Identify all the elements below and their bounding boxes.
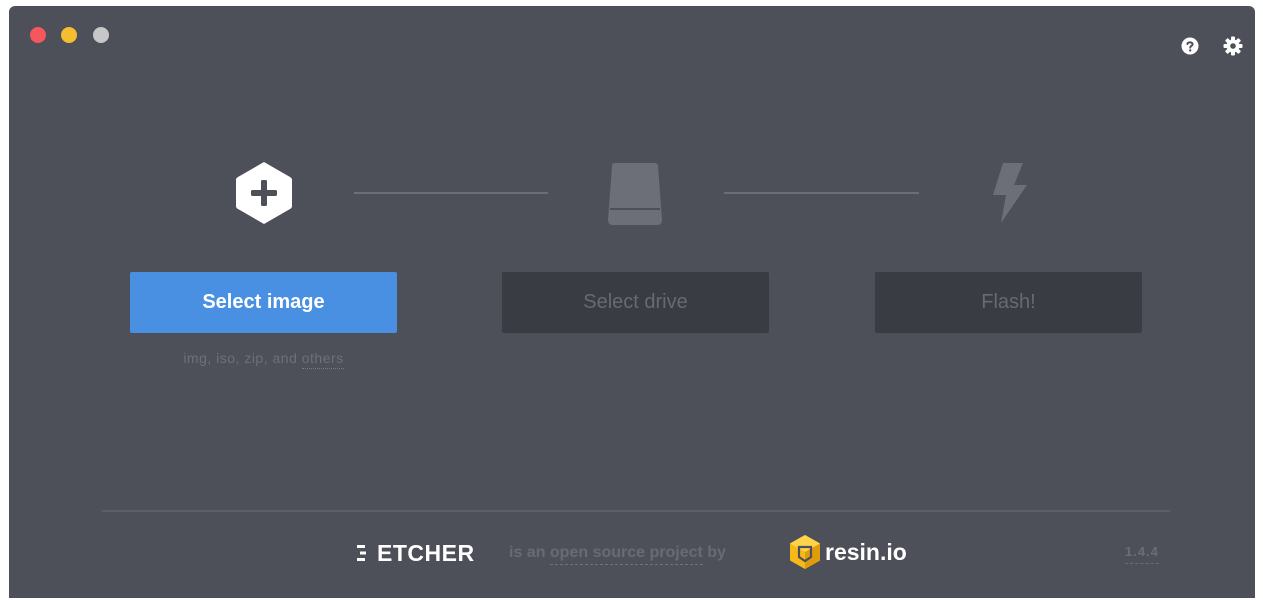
- etcher-logo-mark: [357, 545, 366, 561]
- etcher-logo[interactable]: ETCHER: [357, 539, 475, 566]
- tagline-prefix: is an: [509, 544, 550, 561]
- flash-button: Flash!: [875, 272, 1142, 333]
- drive-icon: [608, 163, 662, 225]
- etcher-wordmark: ETCHER: [377, 539, 475, 566]
- select-image-button[interactable]: Select image: [130, 272, 397, 333]
- version-label[interactable]: 1.4.4: [1125, 544, 1159, 564]
- resin-logo[interactable]: resin.io: [789, 534, 907, 570]
- formats-text: img, iso, zip, and: [183, 350, 302, 366]
- minimize-window-button[interactable]: [61, 27, 77, 43]
- supported-formats-hint: img, iso, zip, and others: [130, 350, 397, 369]
- open-source-link[interactable]: open source project: [549, 544, 703, 565]
- resin-wordmark: resin.io: [825, 538, 907, 565]
- lightning-icon: [993, 163, 1027, 223]
- gear-icon[interactable]: [1223, 36, 1243, 56]
- footer-tagline: is an open source project by: [509, 544, 726, 565]
- resin-cube-icon: [790, 535, 820, 569]
- close-window-button[interactable]: [30, 27, 46, 43]
- step-connector: [724, 192, 919, 194]
- step-connector: [354, 192, 548, 194]
- formats-others-link[interactable]: others: [301, 350, 344, 369]
- select-drive-button: Select drive: [502, 272, 769, 333]
- plus-hexagon-icon: [236, 162, 292, 224]
- help-icon[interactable]: [1181, 37, 1199, 55]
- app-window: Select image Select drive Flash! img, is…: [9, 6, 1255, 598]
- tagline-suffix: by: [702, 544, 726, 561]
- footer-divider: [102, 510, 1170, 512]
- maximize-window-button[interactable]: [93, 27, 109, 43]
